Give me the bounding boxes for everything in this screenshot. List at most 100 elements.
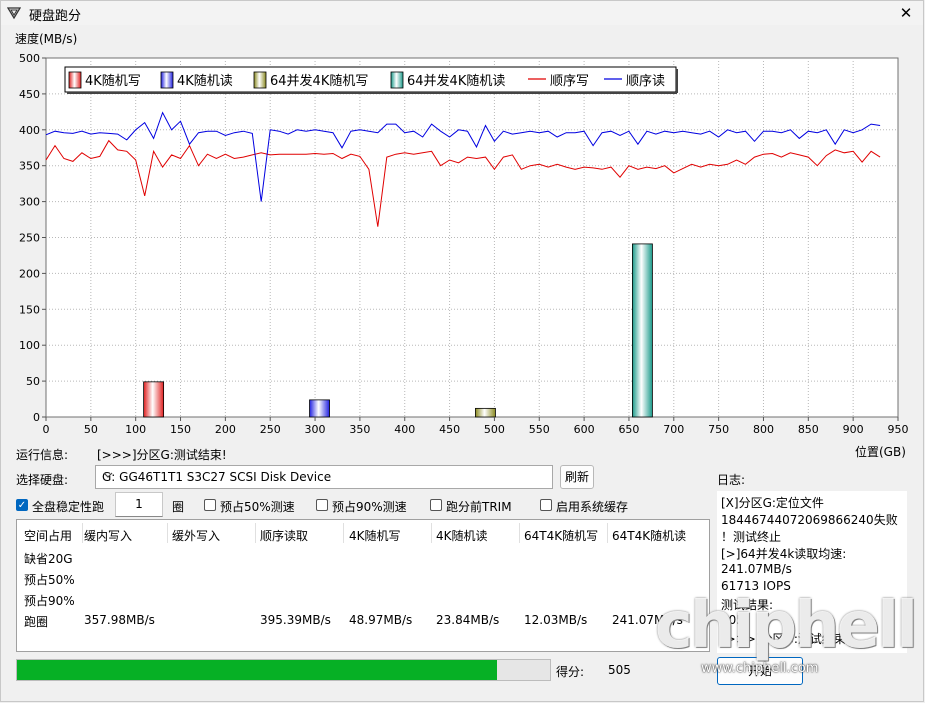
y-tick-label: 0 [33, 411, 40, 424]
log-line: ！测试终止 [721, 530, 782, 544]
legend-swatch [253, 71, 267, 89]
y-tick-label: 350 [19, 160, 40, 173]
y-tick-label: 400 [19, 124, 40, 137]
fill50-checkbox[interactable] [204, 499, 216, 511]
y-tick-label: 200 [19, 267, 40, 280]
fill90-label: 预占90%测速 [332, 500, 407, 514]
legend-label: 顺序写 [550, 74, 589, 89]
cell-seq-read: 395.39MB/s [260, 613, 331, 627]
speed-chart: 0 50 100 150 200 250 300 350 400 450 500 550 600 650 7… [19, 52, 909, 436]
loops-unit: 圈 [172, 500, 185, 514]
x-tick-label: 800 [753, 423, 774, 436]
x-tick-label: 200 [215, 423, 236, 436]
col-header: 顺序读取 [260, 529, 309, 543]
bar-1 [143, 381, 165, 418]
x-tick-label: 850 [798, 423, 819, 436]
column-divider [255, 523, 256, 543]
x-tick-label: 150 [170, 423, 191, 436]
watermark-url: www.chiphell.com [701, 661, 819, 676]
legend-swatch [68, 71, 82, 89]
log-line: 18446744072069866240失败 [721, 513, 898, 527]
x-tick-label: 400 [394, 423, 415, 436]
log-line: [>]64并发4k读取均速: [721, 547, 847, 561]
x-tick-label: 100 [125, 423, 146, 436]
col-header: 4K随机读 [436, 529, 488, 543]
trim-label: 跑分前TRIM [446, 500, 512, 514]
x-tick-label: 550 [529, 423, 550, 436]
x-tick-label: 0 [43, 423, 50, 436]
column-divider [167, 523, 168, 543]
x-tick-label: 950 [888, 423, 909, 436]
bar-4 [632, 243, 653, 418]
legend: 4K随机写 4K随机读 64并发4K随机写 64并发4K随机读 顺序写 顺序读 [64, 66, 678, 94]
x-ticks: 0 50 100 150 200 250 300 350 400 450 500 550 600 650 7… [43, 417, 909, 436]
refresh-button[interactable]: 刷新 [560, 465, 594, 489]
x-tick-label: 500 [484, 423, 505, 436]
legend-swatch [390, 71, 404, 89]
x-tick-label: 350 [349, 423, 370, 436]
col-header: 缓外写入 [172, 529, 221, 543]
x-tick-label: 250 [260, 423, 281, 436]
legend-label: 64并发4K随机写 [270, 73, 368, 89]
log-label: 日志: [717, 473, 746, 487]
progress-fill [17, 660, 497, 680]
col-header: 64T4K随机读 [612, 529, 687, 543]
y-tick-label: 100 [19, 339, 40, 352]
run-info-label: 运行信息: [16, 448, 69, 462]
y-tick-label: 150 [19, 303, 40, 316]
app-window: 硬盘跑分 ✕ 速度(MB/s) 0 50 100 150 200 250 300 350 400… [0, 0, 924, 702]
y-tick-label: 500 [19, 52, 40, 65]
results-table: 空间占用 缓内写入 缓外写入 顺序读取 4K随机写 4K随机读 64T4K随机写… [16, 519, 710, 652]
chevron-down-icon [102, 469, 548, 484]
column-divider [607, 523, 608, 543]
x-tick-label: 750 [708, 423, 729, 436]
cache-label: 启用系统缓存 [556, 500, 629, 514]
y-tick-label: 250 [19, 232, 40, 245]
bar-3 [475, 407, 496, 418]
fill90-checkbox[interactable] [316, 499, 328, 511]
cache-checkbox[interactable] [540, 499, 552, 511]
x-tick-label: 450 [439, 423, 460, 436]
col-header: 64T4K随机写 [524, 529, 599, 543]
log-line: 241.07MB/s [721, 562, 792, 576]
legend-label: 顺序读 [626, 74, 665, 89]
x-tick-label: 900 [843, 423, 864, 436]
row-label: 跑圈 [24, 615, 49, 629]
disk-select-label: 选择硬盘: [16, 473, 69, 487]
cell-4k-read: 23.84MB/s [436, 613, 500, 627]
x-tick-label: 600 [574, 423, 595, 436]
column-divider [519, 523, 520, 543]
run-info-value: [>>>]分区G:测试结束! [97, 448, 227, 462]
full-disk-checkbox[interactable]: ✓ [16, 499, 28, 511]
cell-cached-write: 357.98MB/s [84, 613, 155, 627]
x-tick-label: 300 [305, 423, 326, 436]
y-ticks: 0 50 100 150 200 250 300 350 400 450 500 [19, 52, 46, 424]
score-label: 得分: [556, 665, 585, 679]
full-disk-label: 全盘稳定性跑 [32, 500, 105, 514]
log-line: [X]分区G:定位文件 [721, 496, 824, 510]
column-divider [431, 523, 432, 543]
legend-label: 4K随机写 [85, 74, 141, 89]
x-tick-label: 650 [618, 423, 639, 436]
trim-checkbox[interactable] [430, 499, 442, 511]
legend-swatch [160, 71, 174, 89]
x-tick-label: 700 [663, 423, 684, 436]
y-tick-label: 450 [19, 88, 40, 101]
cell-64t4k-write: 12.03MB/s [524, 613, 588, 627]
legend-label: 4K随机读 [177, 74, 233, 89]
x-tick-label: 50 [84, 423, 98, 436]
disk-select[interactable]: G: GG46T1T1 S3C27 SCSI Disk Device [95, 465, 553, 489]
row-label: 预占50% [24, 573, 75, 587]
legend-label: 64并发4K随机读 [407, 73, 505, 89]
cell-4k-write: 48.97MB/s [349, 613, 413, 627]
row-label: 预占90% [24, 594, 75, 608]
progress-bar [16, 659, 551, 681]
col-header: 空间占用 [24, 529, 73, 543]
x-axis-label: 位置(GB) [855, 445, 906, 459]
y-tick-label: 300 [19, 196, 40, 209]
column-divider [343, 523, 344, 543]
loops-input[interactable]: 1 [115, 492, 163, 517]
col-header: 4K随机写 [349, 529, 401, 543]
column-divider [82, 523, 83, 543]
watermark-logo: chiphell [654, 589, 918, 663]
